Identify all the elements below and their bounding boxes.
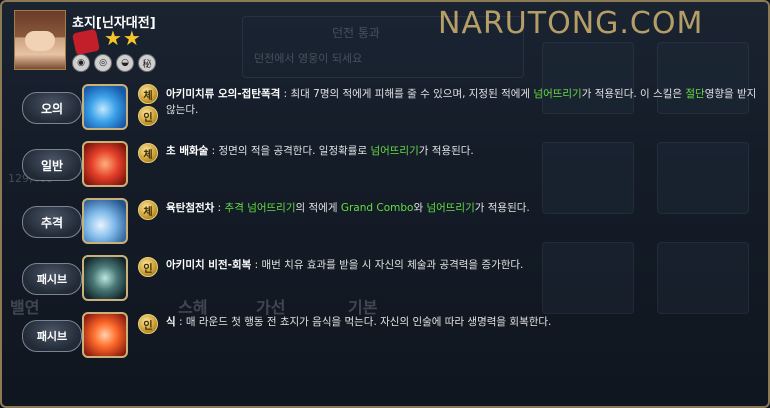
bg-subtitle: 던전에서 영웅이 되세요 [254,52,363,65]
blue-burst-icon[interactable] [82,84,128,130]
skill-name: 아키미치 비전-회복 [166,259,252,271]
skill-row: 일반 체 초 배화술 : 정면의 적을 공격한다. 일정확률로 넘어뜨리기가 적… [2,139,768,199]
tooltip-frame: 던전 통과 던전에서 영웅이 되세요 129,465 밸연 스헤 가선 기본 N… [0,0,770,408]
secret-emblem-icon: 秘 [138,54,156,72]
skill-type-label: 패시브 [22,320,82,352]
tag-icons: ◉ ◎ ◒ 秘 [72,54,156,72]
chakra-seal-icon: 체 [138,84,158,104]
skill-type-label: 일반 [22,149,82,181]
keyword-text: 추격 넘어뜨리기 [224,202,296,214]
chakra-seal-icon: 체 [138,143,158,163]
watermark-logo: NARUTONG.COM [438,6,704,41]
keyword-text: Grand Combo [340,202,414,214]
desc-text: 가 적용된다. [418,145,474,157]
skill-description: 아키미치 비전-회복 : 매번 치유 효과를 받을 시 자신의 체술과 공격력을… [166,257,760,273]
skill-row: 추격 체 육탄첨전차 : 추격 넘어뜨리기의 적에게 Grand Combo와 … [2,196,768,256]
fist-icon[interactable] [82,141,128,187]
skill-name: 식 [166,316,176,328]
skill-row: 오의 체 인 아키미치류 오의-접탄폭격 : 최대 7명의 적에게 피해를 줄 … [2,82,768,142]
chakra-seal-icon: 인 [138,106,158,126]
skill-type-label: 추격 [22,206,82,238]
keyword-text: 넘어뜨리기 [426,202,475,214]
keyword-text: 넘어뜨리기 [370,145,419,157]
skill-description: 육탄첨전차 : 추격 넘어뜨리기의 적에게 Grand Combo와 넘어뜨리기… [166,200,760,216]
desc-text: 의 적에게 [295,202,341,214]
jar-icon[interactable] [82,255,128,301]
bg-title: 던전 통과 [332,26,380,40]
character-portrait [14,10,66,70]
desc-text: : 최대 7명의 적에게 피해를 줄 수 있으며, 지정된 적에게 [280,88,534,100]
chakra-seal-icon: 체 [138,200,158,220]
skill-name: 초 배화술 [166,145,209,157]
desc-text: : [214,202,225,214]
desc-text: 가 적용된다. 이 스킬은 [581,88,686,100]
skill-row: 패시브 인 식 : 매 라운드 첫 행동 전 쵸지가 음식을 먹는다. 자신의 … [2,310,768,370]
chakra-seal-icon: 인 [138,257,158,277]
desc-text: 가 적용된다. [474,202,530,214]
leaf-emblem-icon: ◉ [72,54,90,72]
skill-description: 아키미치류 오의-접탄폭격 : 최대 7명의 적에게 피해를 줄 수 있으며, … [166,86,760,118]
star-rating: ★★ [104,26,142,50]
desc-text: 와 [413,202,427,214]
skill-type-label: 패시브 [22,263,82,295]
skill-description: 초 배화술 : 정면의 적을 공격한다. 일정확률로 넘어뜨리기가 적용된다. [166,143,760,159]
skill-row: 패시브 인 아키미치 비전-회복 : 매번 치유 효과를 받을 시 자신의 체술… [2,253,768,313]
clan-emblem-icon: ◎ [94,54,112,72]
skill-description: 식 : 매 라운드 첫 행동 전 쵸지가 음식을 먹는다. 자신의 인술에 따라… [166,314,760,330]
desc-text: : 매 라운드 첫 행동 전 쵸지가 음식을 먹는다. 자신의 인술에 따라 생… [175,316,552,328]
beast-emblem-icon: ◒ [116,54,134,72]
skill-name: 육탄첨전차 [166,202,215,214]
skill-type-label: 오의 [22,92,82,124]
skill-name: 아키미치류 오의-접탄폭격 [166,88,281,100]
keyword-text: 넘어뜨리기 [533,88,582,100]
keyword-text: 절단 [685,88,705,100]
chakra-seal-icon: 인 [138,314,158,334]
desc-text: : 정면의 적을 공격한다. 일정확률로 [208,145,371,157]
desc-text: : 매번 치유 효과를 받을 시 자신의 체술과 공격력을 증가한다. [251,259,524,271]
wave-icon[interactable] [82,198,128,244]
spiral-icon[interactable] [82,312,128,358]
